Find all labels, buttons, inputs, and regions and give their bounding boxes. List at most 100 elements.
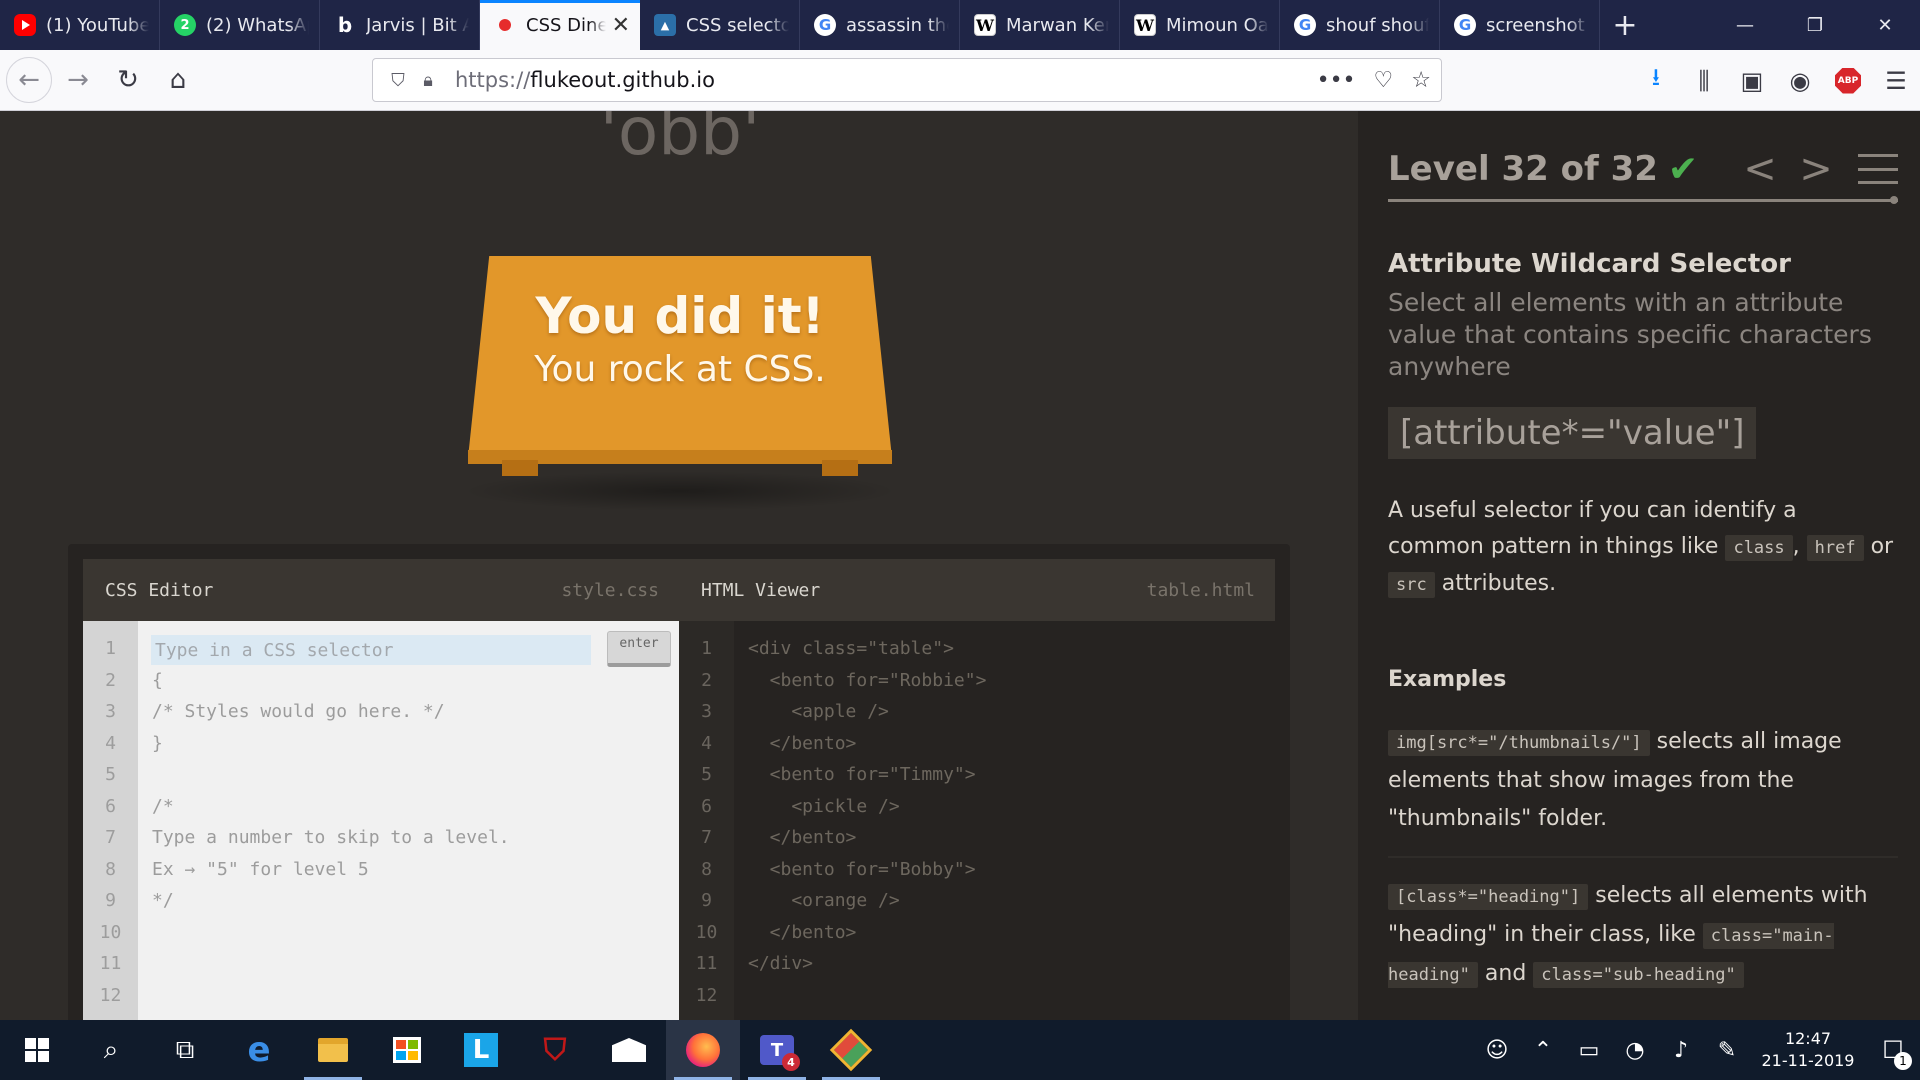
example-2-code-3: class="sub-heading" — [1533, 962, 1744, 988]
l-app-icon[interactable]: L — [444, 1020, 518, 1080]
volume-icon[interactable]: ♪ — [1658, 1038, 1704, 1063]
minimize-button[interactable]: — — [1710, 0, 1780, 50]
tab-whatsapp[interactable]: 2 (2) WhatsApp — [160, 0, 320, 50]
close-tab-icon[interactable]: ✕ — [612, 13, 630, 38]
tab-assassin[interactable]: G assassin the — [800, 0, 960, 50]
account-icon[interactable]: ◉ — [1776, 57, 1824, 105]
example-2-and: and — [1484, 961, 1527, 986]
win-message: You did it! You rock at CSS. — [468, 286, 892, 394]
tab-jarvis[interactable]: b Jarvis | Bit A — [320, 0, 480, 50]
code-href: href — [1806, 535, 1864, 561]
css-diner-icon — [499, 19, 511, 31]
sidebar-icon[interactable]: ▣ — [1728, 57, 1776, 105]
tab-css-selectors[interactable]: ▲ CSS selectors — [640, 0, 800, 50]
code-class: class — [1725, 535, 1793, 561]
line-code: } — [152, 732, 163, 754]
code-line: 7 Type a number to skip to a level. — [83, 822, 679, 854]
mcafee-icon[interactable]: ⛉ — [518, 1020, 592, 1080]
previous-level-icon[interactable]: < — [1738, 146, 1782, 192]
examples-heading: Examples — [1388, 667, 1507, 692]
reload-button[interactable]: ↻ — [104, 56, 152, 104]
line-code: </bento> — [748, 732, 857, 754]
page-actions-icon[interactable]: ••• — [1317, 68, 1356, 93]
file-explorer-icon[interactable] — [296, 1020, 370, 1080]
close-window-button[interactable]: ✕ — [1850, 0, 1920, 50]
mail-icon[interactable] — [592, 1020, 666, 1080]
battery-icon[interactable]: ▭ — [1566, 1038, 1612, 1063]
people-icon[interactable]: ☺ — [1474, 1038, 1520, 1063]
bookmark-star-icon[interactable]: ☆ — [1411, 68, 1431, 93]
css-icon: ▲ — [654, 14, 676, 36]
line-number: 7 — [105, 827, 116, 848]
html-viewer: 1 <div class="table"> 2 <bento for="Robbie… — [679, 621, 1275, 1020]
line-number: 3 — [105, 701, 116, 722]
line-number: 4 — [105, 732, 116, 754]
tab-mimoun[interactable]: W Mimoun Oa — [1120, 0, 1280, 50]
tracking-shield-icon[interactable]: ⛉ — [383, 70, 413, 91]
git-icon[interactable] — [814, 1020, 888, 1080]
pen-icon[interactable]: ✎ — [1704, 1038, 1750, 1063]
code-line: 10 </bento> — [679, 917, 1275, 949]
tab-label: screenshot r — [1486, 14, 1589, 36]
search-icon[interactable]: ⌕ — [74, 1020, 148, 1080]
selector-name: Attribute Wildcard Selector — [1388, 249, 1791, 279]
chevron-up-icon[interactable]: ⌃ — [1520, 1038, 1566, 1063]
url-text[interactable]: https://flukeout.github.io — [455, 68, 1317, 92]
firefox-icon[interactable] — [666, 1020, 740, 1080]
action-center-icon[interactable]: ☐ 1 — [1866, 1020, 1920, 1080]
restore-button[interactable]: ❐ — [1780, 0, 1850, 50]
tab-shouf[interactable]: G shouf shouf — [1280, 0, 1440, 50]
next-level-icon[interactable]: > — [1794, 146, 1838, 192]
windows-taskbar: ⌕ ⧉ e L ⛉ T4 ☺ ⌃ ▭ ◔ ♪ ✎ 12:47 21-11-201… — [0, 1020, 1920, 1080]
css-selector-input[interactable] — [151, 635, 591, 665]
help-text-2: attributes. — [1441, 571, 1557, 596]
tab-screenshot[interactable]: G screenshot r — [1440, 0, 1600, 50]
tab-youtube[interactable]: (1) YouTube — [0, 0, 160, 50]
wifi-icon[interactable]: ◔ — [1612, 1038, 1658, 1063]
back-button[interactable]: ← — [6, 57, 52, 103]
html-viewer-title: HTML Viewer — [701, 579, 821, 601]
teams-icon[interactable]: T4 — [740, 1020, 814, 1080]
enter-button[interactable]: enter — [607, 631, 671, 667]
line-number: 11 — [99, 953, 122, 974]
line-code: /* — [152, 795, 174, 817]
line-code: </bento> — [748, 921, 857, 943]
windows-logo-icon — [25, 1038, 49, 1062]
home-button[interactable]: ⌂ — [154, 56, 202, 104]
code-line: 2{ — [83, 665, 679, 697]
line-number: 5 — [701, 764, 712, 785]
tab-marwan[interactable]: W Marwan Ken — [960, 0, 1120, 50]
clock[interactable]: 12:47 21-11-2019 — [1750, 1028, 1866, 1072]
pocket-icon[interactable]: ♡ — [1374, 68, 1394, 93]
lock-icon[interactable]: 🔒︎ — [413, 70, 443, 91]
level-menu-icon[interactable] — [1858, 154, 1898, 184]
download-icon[interactable]: ⭳ — [1632, 57, 1680, 105]
css-editor: 1 2{3/* Styles would go here. */4} 5 6/* 7 Ty… — [83, 621, 679, 1020]
line-number: 1 — [701, 638, 712, 659]
code-line: 11 </div> — [679, 948, 1275, 980]
css-code-lines: 1 2{3/* Styles would go here. */4} 5 6/* 7 Ty… — [83, 633, 679, 1011]
start-button[interactable] — [0, 1020, 74, 1080]
tab-css-diner[interactable]: CSS Diner ✕ — [480, 0, 640, 50]
line-code: <bento for="Timmy"> — [748, 764, 976, 785]
url-bar[interactable]: ⛉ 🔒︎ https://flukeout.github.io ••• ♡ ☆ — [372, 58, 1442, 102]
line-number: 5 — [105, 764, 116, 785]
menu-icon[interactable]: ☰ — [1872, 57, 1920, 105]
line-number: 11 — [695, 953, 718, 974]
task-view-icon[interactable]: ⧉ — [148, 1020, 222, 1080]
edge-icon[interactable]: e — [222, 1020, 296, 1080]
code-line: 3 <apple /> — [679, 696, 1275, 728]
library-icon[interactable]: ⫼ — [1680, 57, 1728, 105]
tab-label: CSS Diner — [526, 14, 606, 36]
tab-label: (1) YouTube — [46, 14, 149, 36]
line-number: 8 — [701, 858, 712, 880]
page-content: 'obb' You did it! You rock at CSS. CSS E… — [0, 111, 1920, 1020]
store-icon[interactable] — [370, 1020, 444, 1080]
line-number: 6 — [701, 795, 712, 817]
code-line: 4 </bento> — [679, 728, 1275, 760]
teams-badge: 4 — [782, 1053, 800, 1071]
adblock-icon[interactable]: ABP — [1824, 57, 1872, 105]
new-tab-button[interactable]: + — [1600, 0, 1650, 50]
forward-button[interactable]: → — [54, 56, 102, 104]
line-code: */ — [152, 890, 174, 911]
